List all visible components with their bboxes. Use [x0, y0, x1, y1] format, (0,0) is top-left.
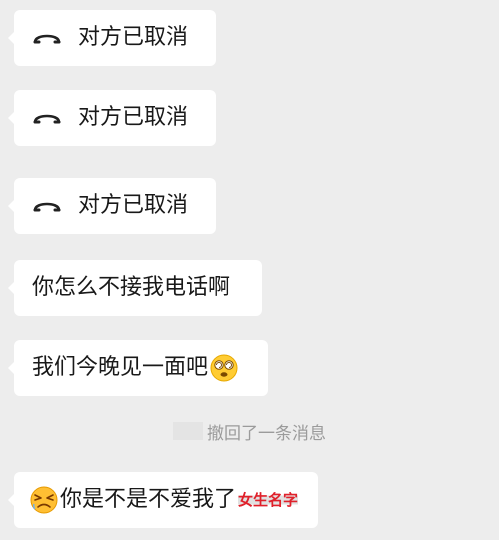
hangup-phone-icon [33, 114, 61, 124]
message-bubble[interactable]: 你是不是不爱我了 女生名字 [8, 472, 318, 528]
message-text: 你怎么不接我电话啊 [32, 275, 231, 300]
call-status-text: 对方已取消 [78, 25, 189, 50]
angry-face-emoji [30, 486, 58, 514]
call-cancelled-bubble[interactable]: 对方已取消 [8, 178, 216, 234]
call-cancelled-bubble[interactable]: 对方已取消 [8, 90, 216, 146]
call-cancelled-bubble[interactable]: 对方已取消 [8, 10, 216, 66]
message-bubble[interactable]: 你怎么不接我电话啊 [8, 260, 262, 316]
call-status-text: 对方已取消 [78, 193, 189, 218]
message-bubble[interactable]: 我们今晚见一面吧 [8, 340, 268, 396]
redacted-sender-name [173, 422, 203, 440]
message-text: 你是不是不爱我了 [60, 487, 237, 512]
call-status-text: 对方已取消 [78, 105, 189, 130]
name-tag-label: 女生名字 [238, 490, 299, 509]
recall-notice: 撤回了一条消息 [0, 418, 499, 444]
dizzy-face-emoji [210, 354, 238, 382]
message-text: 我们今晚见一面吧 [32, 355, 209, 380]
hangup-phone-icon [33, 202, 61, 212]
hangup-phone-icon [33, 34, 61, 44]
name-tag-text: 女生名字 [238, 490, 299, 509]
recall-notice-text: 撤回了一条消息 [207, 423, 326, 444]
